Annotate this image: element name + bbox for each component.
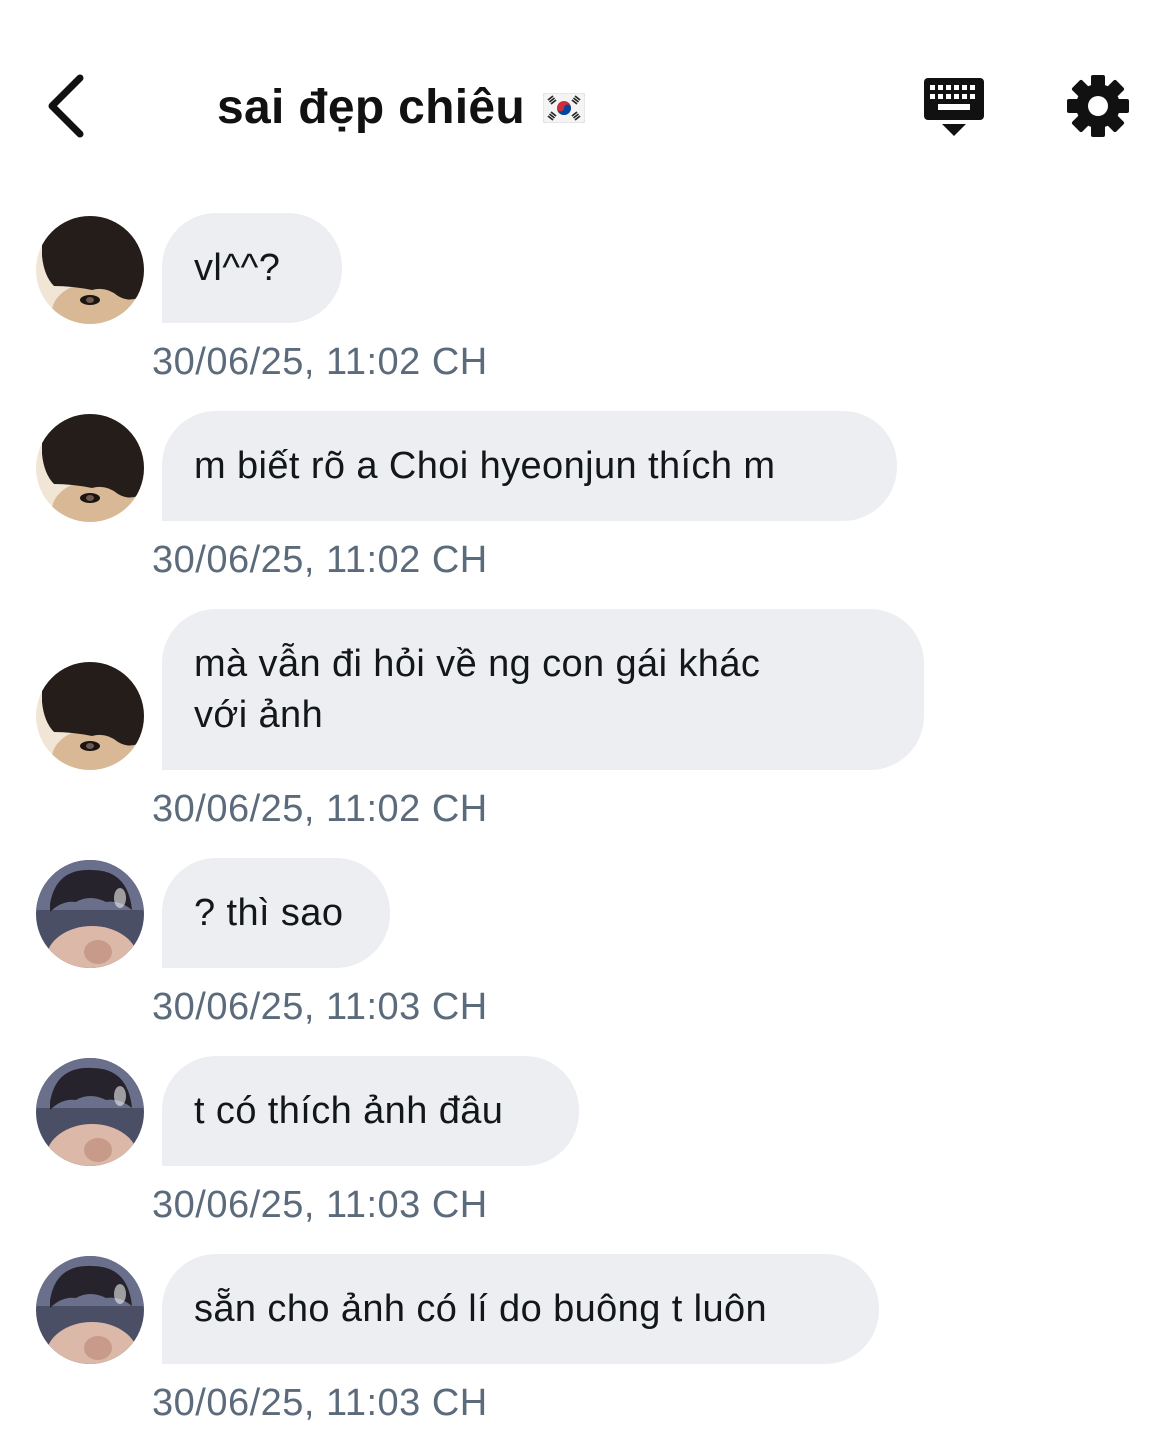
- message-bubble[interactable]: vl^^?: [162, 213, 342, 323]
- chevron-left-icon: [48, 74, 84, 138]
- message-timestamp: 30/06/25, 11:02 CH: [152, 788, 488, 830]
- avatar[interactable]: [36, 1256, 144, 1364]
- avatar[interactable]: [36, 1058, 144, 1166]
- gear-icon: [1067, 75, 1129, 137]
- conversation-header: sai đẹp chiêu: [0, 0, 1170, 200]
- message-bubble[interactable]: sẵn cho ảnh có lí do buông t luôn: [162, 1254, 879, 1364]
- message-timestamp: 30/06/25, 11:03 CH: [152, 1382, 488, 1424]
- avatar[interactable]: [36, 216, 144, 324]
- message-bubble[interactable]: mà vẫn đi hỏi về ng con gái khác với ảnh: [162, 609, 924, 770]
- avatar[interactable]: [36, 860, 144, 968]
- avatar-a-icon: [36, 414, 144, 522]
- message-bubble[interactable]: t có thích ảnh đâu: [162, 1056, 579, 1166]
- message-timestamp: 30/06/25, 11:02 CH: [152, 539, 488, 581]
- keyboard-button[interactable]: [918, 72, 990, 142]
- avatar-b-icon: [36, 860, 144, 968]
- avatar[interactable]: [36, 414, 144, 522]
- settings-button[interactable]: [1064, 72, 1132, 140]
- message-timestamp: 30/06/25, 11:02 CH: [152, 341, 488, 383]
- back-button[interactable]: [40, 70, 100, 142]
- avatar-a-icon: [36, 662, 144, 770]
- message-bubble[interactable]: m biết rõ a Choi hyeonjun thích m: [162, 411, 897, 521]
- message-timestamp: 30/06/25, 11:03 CH: [152, 986, 488, 1028]
- avatar-b-icon: [36, 1058, 144, 1166]
- message-bubble[interactable]: ? thì sao: [162, 858, 390, 968]
- avatar-a-icon: [36, 216, 144, 324]
- keyboard-icon: [924, 78, 984, 136]
- avatar[interactable]: [36, 662, 144, 770]
- conversation-title-text: sai đẹp chiêu: [217, 81, 526, 134]
- avatar-b-icon: [36, 1256, 144, 1364]
- message-timestamp: 30/06/25, 11:03 CH: [152, 1184, 488, 1226]
- south-korea-flag-icon: [543, 93, 586, 123]
- conversation-title: sai đẹp chiêu: [217, 78, 586, 138]
